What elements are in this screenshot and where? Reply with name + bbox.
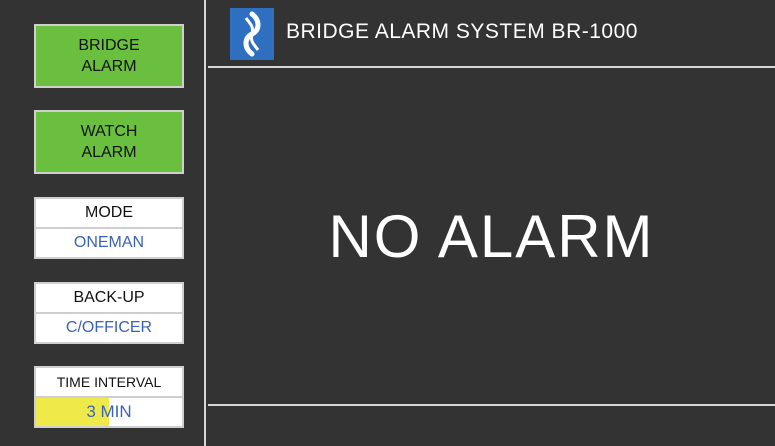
bridge-alarm-panel: BRIDGE ALARM WATCH ALARM MODE ONEMAN BAC… <box>0 0 775 446</box>
footer-bar <box>208 404 775 446</box>
mode-selector[interactable]: MODE ONEMAN <box>34 197 184 259</box>
backup-value: C/OFFICER <box>36 314 182 342</box>
backup-selector[interactable]: BACK-UP C/OFFICER <box>34 282 184 344</box>
time-interval-value: 3 MIN <box>86 402 132 421</box>
time-interval-value-box: 3 MIN <box>36 398 182 426</box>
backup-label: BACK-UP <box>36 284 182 314</box>
mode-value: ONEMAN <box>36 229 182 257</box>
header: BRIDGE ALARM SYSTEM BR-1000 <box>208 0 775 68</box>
mode-label: MODE <box>36 199 182 229</box>
watch-alarm-button[interactable]: WATCH ALARM <box>34 110 184 174</box>
bridge-alarm-button[interactable]: BRIDGE ALARM <box>34 24 184 88</box>
time-interval-selector[interactable]: TIME INTERVAL 3 MIN <box>34 366 184 428</box>
left-control-panel: BRIDGE ALARM WATCH ALARM MODE ONEMAN BAC… <box>0 0 206 446</box>
time-interval-label: TIME INTERVAL <box>36 368 182 398</box>
watch-alarm-label: WATCH ALARM <box>80 123 138 161</box>
propeller-logo-icon <box>230 8 274 60</box>
bridge-alarm-label: BRIDGE ALARM <box>78 37 140 75</box>
alarm-status-text: NO ALARM <box>328 202 655 270</box>
system-title: BRIDGE ALARM SYSTEM BR-1000 <box>286 20 638 43</box>
alarm-status-area: NO ALARM <box>208 70 775 402</box>
